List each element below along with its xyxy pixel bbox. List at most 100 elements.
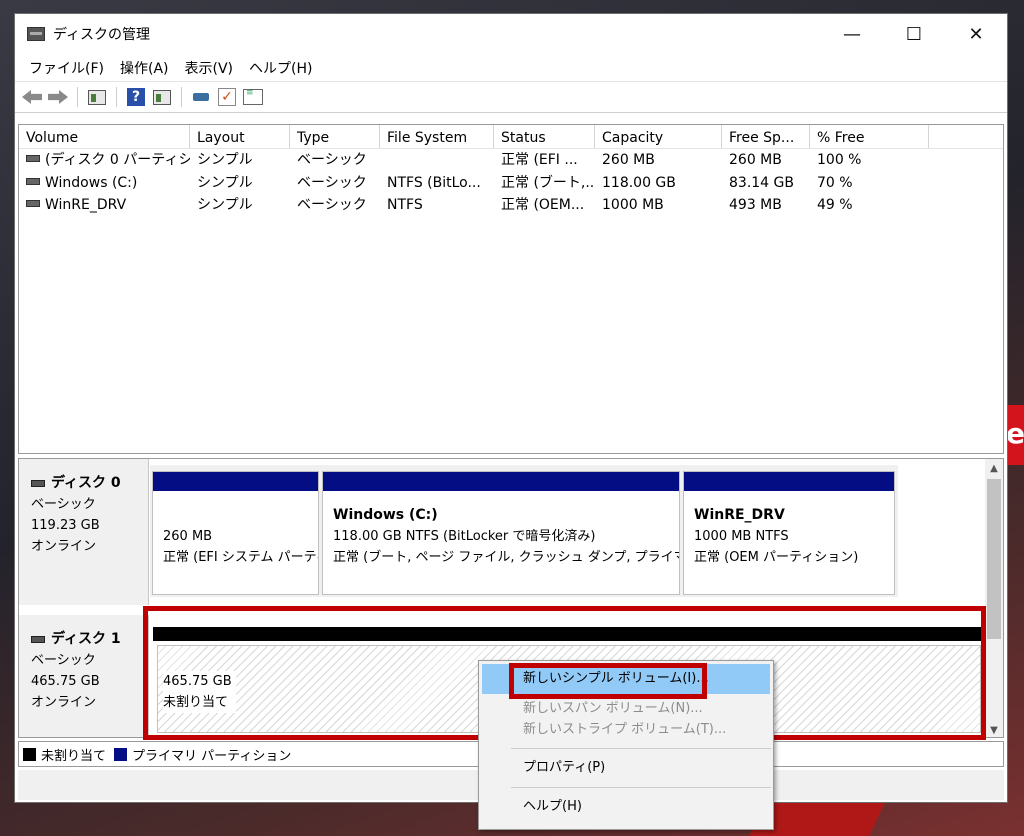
menu-item-properties[interactable]: プロパティ(P) [479,753,773,783]
disk-type: ベーシック [31,497,96,512]
menu-item-new-striped-volume[interactable]: 新しいストライプ ボリューム(T)... [479,723,773,744]
back-arrow-icon [22,90,42,104]
partition-color-bar [153,472,318,491]
scroll-up-icon[interactable]: ▲ [985,459,1003,477]
volume-list: Volume Layout Type File System Status Ca… [18,124,1004,454]
disk-1-label[interactable]: ディスク 1 ベーシック 465.75 GB オンライン [19,615,149,737]
partition-title [163,505,318,526]
volume-layout: シンプル [197,152,253,168]
menu-separator [511,787,771,788]
disk-name: ディスク 0 [51,475,121,491]
title-bar[interactable]: ディスクの管理 — ☐ ✕ [15,14,1007,54]
column-header-capacity[interactable]: Capacity [595,125,722,148]
show-action-pane-button[interactable] [151,86,173,108]
column-header-file-system[interactable]: File System [380,125,494,148]
legend-item: 未割り当て [23,745,106,764]
volume-status: 正常 (ブート,... [501,174,595,191]
volume-capacity: 1000 MB [602,197,664,213]
wallpaper-letter: e [1006,417,1024,450]
volume-file-system: NTFS [387,197,423,213]
maximize-button[interactable]: ☐ [883,14,945,54]
partition-winre-drv[interactable]: WinRE_DRV 1000 MB NTFS 正常 (OEM パーティション) [683,471,895,595]
column-header-status[interactable]: Status [494,125,595,148]
menu-action[interactable]: 操作(A) [112,58,177,78]
rescan-disks-button[interactable] [190,86,212,108]
partition-size: 260 MB [163,529,213,544]
volume-type: ベーシック [297,197,367,213]
volume-status: 正常 (OEM... [501,197,585,213]
disk-type: ベーシック [31,653,96,668]
back-button[interactable] [21,86,43,108]
legend-swatch-primary [114,747,128,761]
forward-button[interactable] [47,86,69,108]
table-row[interactable]: (ディスク 0 パーティショ... シンプル ベーシック 正常 (EFI ...… [19,149,1003,172]
volume-name: WinRE_DRV [45,197,127,213]
volume-list-header: Volume Layout Type File System Status Ca… [19,125,1003,149]
help-button[interactable]: ? [125,86,147,108]
column-header-type[interactable]: Type [290,125,380,148]
disk-size: 119.23 GB [31,518,100,533]
volume-name: (ディスク 0 パーティショ... [45,152,190,168]
volume-icon [26,155,40,162]
table-row[interactable]: WinRE_DRV シンプル ベーシック NTFS 正常 (OEM... 100… [19,194,1003,217]
scrollbar-thumb[interactable] [987,479,1001,639]
toolbar-separator [116,87,117,107]
checkmark-icon: ✓ [218,88,236,106]
console-tree-icon [88,89,106,105]
column-header-layout[interactable]: Layout [190,125,290,148]
partition-color-bar [684,472,894,491]
minimize-button[interactable]: — [821,14,883,54]
annotation-highlight-menu-item [509,663,707,699]
legend-label: プライマリ パーティション [132,748,292,764]
legend-label: 未割り当て [41,748,107,764]
partition-title: Windows (C:) [333,507,438,523]
column-header-free-space[interactable]: Free Sp... [722,125,810,148]
connect-drive-icon [193,93,209,101]
volume-type: ベーシック [297,174,367,191]
volume-layout: シンプル [197,174,253,191]
table-row[interactable]: Windows (C:) シンプル ベーシック NTFS (BitLo... 正… [19,172,1003,195]
partition-size: 118.00 GB NTFS (BitLocker で暗号化済み) [333,529,596,544]
volume-icon [26,200,40,207]
volume-file-system [380,149,494,172]
volume-free-space: 493 MB [729,197,782,213]
menu-view[interactable]: 表示(V) [177,58,242,78]
column-header-percent-free[interactable]: % Free [810,125,929,148]
action-pane-icon [153,89,171,105]
disk-0-label[interactable]: ディスク 0 ベーシック 119.23 GB オンライン [19,459,149,605]
partition-size: 1000 MB NTFS [694,529,789,544]
properties-button[interactable]: ≡ [242,86,264,108]
menu-item-help[interactable]: ヘルプ(H) [479,792,773,822]
close-button[interactable]: ✕ [945,14,1007,54]
volume-layout: シンプル [197,197,253,213]
volume-capacity: 260 MB [602,152,655,168]
column-header-volume[interactable]: Volume [19,125,190,148]
volume-file-system: NTFS (BitLo... [387,174,481,191]
menu-file[interactable]: ファイル(F) [21,58,112,78]
menu-bar: ファイル(F) 操作(A) 表示(V) ヘルプ(H) [15,54,1007,81]
forward-arrow-icon [48,90,68,104]
vertical-scrollbar[interactable]: ▲ ▼ [985,459,1003,737]
disk-management-icon [27,27,45,41]
toolbar-separator [77,87,78,107]
partition-title: WinRE_DRV [694,507,785,523]
toolbar: ? ✓ ≡ [15,81,1007,113]
partition-status: 正常 (OEM パーティション) [694,550,859,565]
partition-status: 正常 (EFI システム パーティ [163,550,318,565]
partition-status: 正常 (ブート, ページ ファイル, クラッシュ ダンプ, プライマリ パ [333,550,679,565]
check-button[interactable]: ✓ [216,86,238,108]
partition-efi[interactable]: 260 MB 正常 (EFI システム パーティ [152,471,319,595]
legend-item: プライマリ パーティション [114,745,291,764]
disk-name: ディスク 1 [51,631,121,647]
show-hide-tree-button[interactable] [86,86,108,108]
volume-percent-free: 70 % [817,174,853,191]
properties-list-icon: ≡ [243,89,263,105]
menu-help[interactable]: ヘルプ(H) [241,58,320,78]
volume-status: 正常 (EFI ... [501,152,578,168]
disk-state: オンライン [31,539,97,554]
disk-icon [31,636,45,643]
scroll-down-icon[interactable]: ▼ [985,721,1003,737]
volume-percent-free: 100 % [817,152,862,168]
disk-size: 465.75 GB [31,674,100,689]
partition-windows-c[interactable]: Windows (C:) 118.00 GB NTFS (BitLocker で… [322,471,680,595]
